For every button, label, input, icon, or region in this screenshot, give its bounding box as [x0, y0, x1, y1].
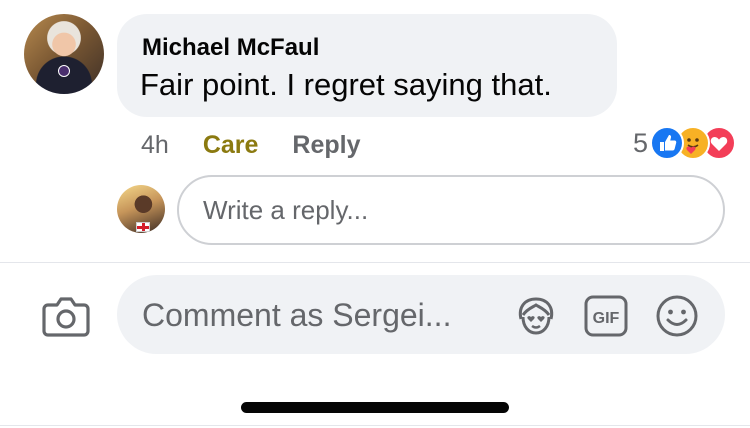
- comment-composer[interactable]: Comment as Sergei... GIF: [117, 275, 725, 354]
- home-indicator[interactable]: [241, 402, 509, 413]
- comment-text: Fair point. I regret saying that.: [140, 67, 552, 102]
- reply-input[interactable]: Write a reply...: [177, 175, 725, 245]
- avatar-sticker-icon[interactable]: [513, 293, 559, 339]
- comment-actions: 4h Care Reply: [141, 129, 361, 161]
- gif-icon[interactable]: GIF: [583, 293, 629, 339]
- commenter-avatar[interactable]: [24, 14, 104, 94]
- gif-label: GIF: [593, 310, 620, 327]
- camera-icon[interactable]: [42, 295, 90, 337]
- comment-author[interactable]: Michael McFaul: [142, 34, 319, 62]
- comment-input[interactable]: Comment as Sergei...: [142, 297, 451, 334]
- comment-timestamp[interactable]: 4h: [141, 131, 169, 160]
- avatar-badge-icon: [58, 65, 70, 77]
- bottom-divider: [0, 425, 750, 426]
- reaction-button[interactable]: Care: [203, 131, 259, 160]
- divider: [0, 262, 750, 263]
- flag-badge-icon: [136, 222, 150, 232]
- reply-button[interactable]: Reply: [292, 131, 360, 160]
- reaction-summary[interactable]: 5: [633, 125, 736, 161]
- emoji-icon[interactable]: [654, 293, 700, 339]
- reaction-count: 5: [632, 127, 648, 158]
- like-reaction-icon: [650, 126, 684, 160]
- comment-bubble: Michael McFaul Fair point. I regret sayi…: [117, 14, 617, 117]
